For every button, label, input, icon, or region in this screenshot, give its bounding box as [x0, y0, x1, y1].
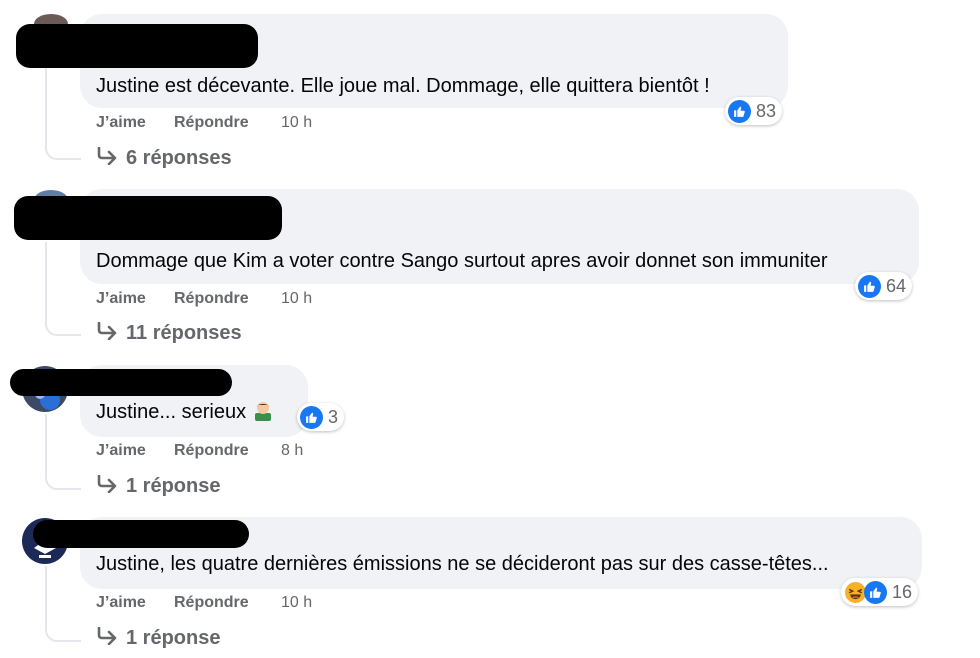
reply-button[interactable]: Répondre	[174, 442, 249, 460]
view-replies-link[interactable]: 1 réponse	[96, 627, 220, 650]
like-button[interactable]: J’aime	[96, 114, 146, 132]
reply-arrow-icon	[97, 147, 117, 165]
reaction-count: 16	[892, 581, 913, 602]
redacted-author-name	[14, 196, 282, 240]
comment-text: Justine... serieux	[96, 400, 274, 424]
man-technologist-emoji	[255, 402, 272, 421]
view-replies-link[interactable]: 6 réponses	[96, 147, 232, 170]
thread-line	[45, 242, 81, 336]
reply-arrow-icon	[97, 627, 117, 645]
thread-line	[45, 414, 81, 490]
replies-count-label: 6 réponses	[126, 147, 232, 169]
reaction-summary[interactable]: 83	[725, 97, 783, 125]
like-icon	[864, 580, 887, 604]
comment-text: Dommage que Kim a voter contre Sango sur…	[96, 250, 828, 272]
reaction-summary[interactable]: 64	[855, 272, 913, 300]
like-button[interactable]: J’aime	[96, 290, 146, 308]
timestamp[interactable]: 10 h	[281, 594, 312, 612]
comment-text: Justine est décevante. Elle joue mal. Do…	[96, 75, 710, 97]
reaction-count: 83	[756, 100, 777, 121]
replies-count-label: 11 réponses	[126, 322, 242, 344]
view-replies-link[interactable]: 1 réponse	[96, 475, 220, 498]
like-icon	[300, 405, 323, 429]
reaction-count: 64	[886, 275, 907, 296]
like-button[interactable]: J’aime	[96, 442, 146, 460]
like-icon	[858, 274, 881, 298]
reply-arrow-icon	[97, 322, 117, 340]
like-icon	[728, 99, 751, 123]
view-replies-link[interactable]: 11 réponses	[96, 322, 242, 345]
replies-count-label: 1 réponse	[126, 627, 221, 649]
timestamp[interactable]: 10 h	[281, 114, 312, 132]
reaction-count: 3	[328, 406, 339, 427]
timestamp[interactable]: 10 h	[281, 290, 312, 308]
replies-count-label: 1 réponse	[126, 475, 221, 497]
redacted-author-name	[10, 369, 232, 396]
reply-button[interactable]: Répondre	[174, 290, 249, 308]
comment-text-content: Justine... serieux	[96, 401, 247, 423]
reaction-summary[interactable]: 3	[297, 403, 345, 431]
comment-text: Justine, les quatre dernières émissions …	[96, 553, 829, 575]
like-button[interactable]: J’aime	[96, 594, 146, 612]
reply-button[interactable]: Répondre	[174, 594, 249, 612]
reaction-summary[interactable]: 16	[841, 578, 919, 606]
reply-button[interactable]: Répondre	[174, 114, 249, 132]
redacted-author-name	[16, 24, 258, 68]
redacted-author-name	[33, 520, 249, 548]
reply-arrow-icon	[97, 475, 117, 493]
timestamp[interactable]: 8 h	[281, 442, 303, 460]
thread-line	[45, 566, 81, 642]
